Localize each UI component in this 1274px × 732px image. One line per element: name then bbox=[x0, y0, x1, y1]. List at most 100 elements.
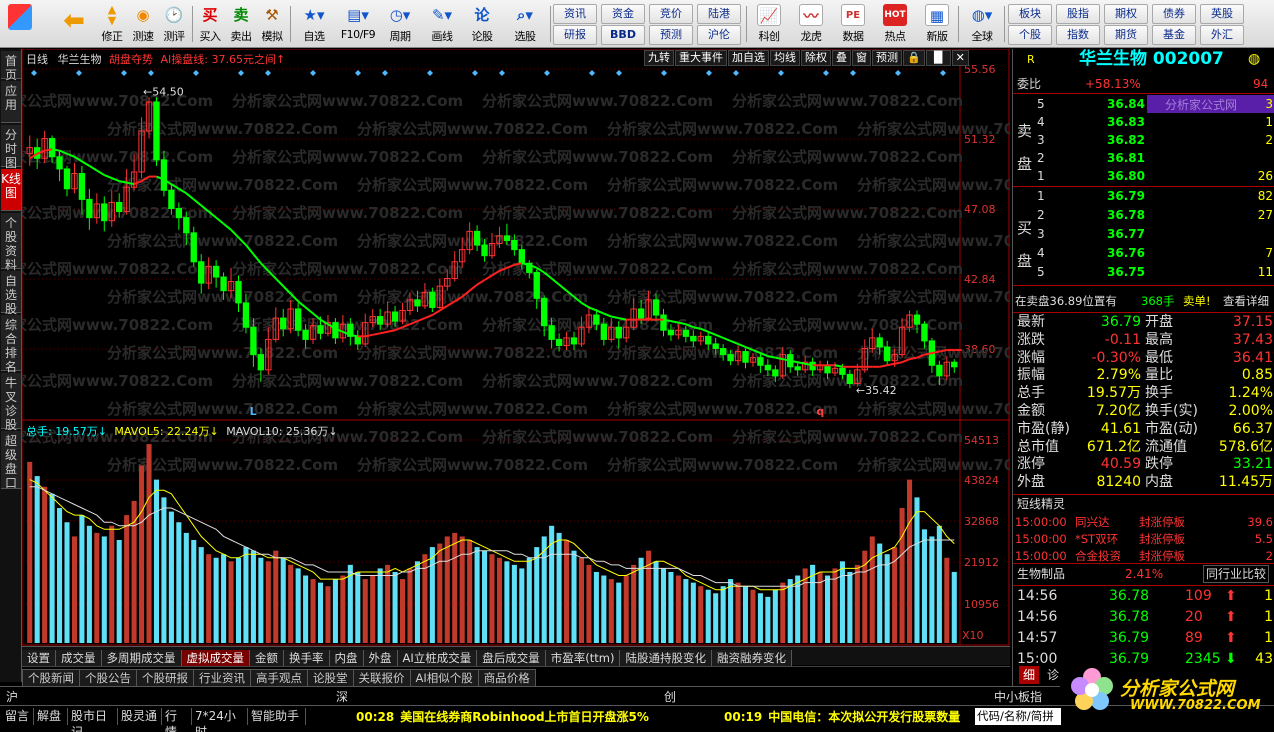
stat-value: 33.21 bbox=[1232, 456, 1273, 473]
forex-button[interactable]: 外汇 bbox=[1200, 25, 1244, 45]
review-button[interactable]: 🕑 测评 bbox=[158, 4, 190, 46]
left-tab-1[interactable]: 应用 bbox=[1, 81, 21, 123]
close-icon[interactable]: ✕ bbox=[951, 50, 969, 66]
volume-bar bbox=[191, 540, 197, 643]
info-tab-7[interactable]: AI相似个股 bbox=[409, 669, 479, 687]
discuss-button[interactable]: 论论股 bbox=[466, 4, 498, 46]
chart-btn-6[interactable]: 窗 bbox=[852, 50, 871, 66]
grid-menu-button[interactable] bbox=[4, 4, 36, 46]
chart-header: 日线 华兰生物 胡盘夺势 AI操盘线: 37.65元之间↑ bbox=[26, 51, 285, 67]
dragon-tiger-button[interactable]: 〰龙虎 bbox=[794, 4, 828, 46]
watermark-text: 分析家公式网www.70822.Com bbox=[857, 176, 1010, 194]
f10-button[interactable]: ▤▾ F10/F9 bbox=[336, 4, 380, 46]
chart-btn-7[interactable]: 预测 bbox=[872, 50, 902, 66]
status-tab-4[interactable]: 行情 bbox=[162, 708, 192, 732]
status-tab-5[interactable]: 7*24小时 bbox=[192, 708, 248, 732]
info-tab-6[interactable]: 关联报价 bbox=[352, 669, 411, 687]
uk-stocks-button[interactable]: 英股 bbox=[1200, 4, 1244, 24]
hk-connect-button[interactable]: 陆港 bbox=[697, 4, 741, 24]
options-button[interactable]: 期权 bbox=[1104, 4, 1148, 24]
left-tab-6[interactable]: 综合排名 bbox=[1, 315, 21, 374]
period-label[interactable]: 日线 bbox=[26, 53, 48, 66]
star-market-button[interactable]: 📈 科创 bbox=[752, 4, 786, 46]
event-stock[interactable]: 同兴达 bbox=[1075, 513, 1110, 531]
info-tab-4[interactable]: 高手观点 bbox=[250, 669, 308, 687]
code-search-input[interactable]: 代码/名称/简拼 bbox=[975, 708, 1061, 725]
chart-btn-2[interactable]: 加自选 bbox=[728, 50, 769, 66]
fund-market-button[interactable]: 基金 bbox=[1152, 25, 1196, 45]
candle-body bbox=[555, 338, 563, 346]
tick-count: 1 bbox=[1264, 609, 1273, 625]
news-button[interactable]: 资讯 bbox=[553, 4, 597, 24]
globe-icon[interactable]: ◍ bbox=[1248, 50, 1260, 68]
kline-chart-area[interactable]: 55.56 51.32 47.08 42.84 38.60 54513 43824 32868… bbox=[22, 49, 1010, 646]
chart-btn-4[interactable]: 除权 bbox=[801, 50, 831, 66]
stock-index-button[interactable]: 股指 bbox=[1056, 4, 1100, 24]
simulate-button[interactable]: ⚒ 模拟 bbox=[256, 4, 288, 46]
info-tab-8[interactable]: 商品价格 bbox=[477, 669, 536, 687]
left-tab-3[interactable]: K线图 bbox=[1, 169, 21, 211]
index-button[interactable]: 指数 bbox=[1056, 25, 1100, 45]
speed-test-button[interactable]: ◉ 测速 bbox=[127, 4, 159, 46]
new-version-button[interactable]: ▦ 新版 bbox=[920, 4, 954, 46]
chart-btn-0[interactable]: 九转 bbox=[644, 50, 674, 66]
hot-button[interactable]: HOT 热点 bbox=[878, 4, 912, 46]
event-stock[interactable]: *ST双环 bbox=[1075, 530, 1118, 548]
left-tab-2[interactable]: 分时图 bbox=[1, 125, 21, 170]
window-icon[interactable]: ▐▌ bbox=[925, 50, 951, 66]
chart-btn-1[interactable]: 重大事件 bbox=[675, 50, 727, 66]
auction-button[interactable]: 竞价 bbox=[649, 4, 693, 24]
bonds-button[interactable]: 债券 bbox=[1152, 4, 1196, 24]
info-tab-1[interactable]: 个股公告 bbox=[79, 669, 137, 687]
status-tab-3[interactable]: 股灵通 bbox=[118, 708, 162, 725]
left-tab-0[interactable]: 首页 bbox=[1, 51, 21, 82]
detail-tab[interactable]: 细 bbox=[1019, 666, 1040, 684]
info-tab-0[interactable]: 个股新闻 bbox=[22, 669, 80, 687]
fund-button[interactable]: 资金 bbox=[601, 4, 645, 24]
back-button[interactable]: ⬅ bbox=[58, 4, 90, 46]
indicator-label[interactable]: 胡盘夺势 bbox=[109, 53, 153, 66]
sh-index[interactable]: 沪 bbox=[6, 688, 18, 705]
news-ticker-1[interactable]: 00:28 美国在线券商Robinhood上市首日开盘涨5% bbox=[356, 708, 649, 725]
volume-bar bbox=[571, 550, 577, 643]
fix-button[interactable]: ▲ ▼ 修正 bbox=[96, 4, 128, 46]
stock-select-button[interactable]: ⌕▾ 选股 bbox=[504, 4, 546, 46]
status-tab-0[interactable]: 留言 bbox=[2, 708, 34, 725]
status-tab-6[interactable]: 智能助手 bbox=[248, 708, 306, 725]
single-stock-button[interactable]: 个股 bbox=[1008, 25, 1052, 45]
sz-index[interactable]: 深 bbox=[336, 688, 348, 705]
buy-button[interactable]: 买买入 bbox=[194, 4, 226, 46]
sector-button[interactable]: 板块 bbox=[1008, 4, 1052, 24]
status-tab-1[interactable]: 解盘 bbox=[34, 708, 68, 725]
info-tab-5[interactable]: 论股堂 bbox=[307, 669, 354, 687]
futures-button[interactable]: 期货 bbox=[1104, 25, 1148, 45]
left-tab-8[interactable]: 超级盘口 bbox=[1, 431, 21, 490]
news-ticker-2[interactable]: 00:19 中国电信：本次拟公开发行股票数量 bbox=[724, 708, 974, 725]
left-tab-5[interactable]: 自选股 bbox=[1, 271, 21, 316]
sell-button[interactable]: 卖卖出 bbox=[225, 4, 257, 46]
forecast-button[interactable]: 预测 bbox=[649, 25, 693, 45]
info-tab-2[interactable]: 个股研报 bbox=[136, 669, 194, 687]
global-button[interactable]: ◍▾ 全球 bbox=[962, 4, 1002, 46]
watermark-text: 分析家公式网www.70822.Com bbox=[482, 260, 713, 278]
cy-index[interactable]: 创 bbox=[664, 688, 676, 705]
info-tab-3[interactable]: 行业资讯 bbox=[193, 669, 251, 687]
period-button[interactable]: ◷▾ 周期 bbox=[380, 4, 420, 46]
kline-chart-svg[interactable]: 55.5651.3247.0842.8438.60545134382432868… bbox=[22, 49, 1010, 646]
industry-name[interactable]: 生物制品 bbox=[1017, 565, 1065, 583]
data-button[interactable]: PE 数据 bbox=[836, 4, 870, 46]
research-button[interactable]: 研报 bbox=[553, 25, 597, 45]
lock-icon[interactable]: 🔒 bbox=[903, 50, 925, 66]
notice-more[interactable]: 查看详细 bbox=[1223, 292, 1269, 310]
left-tab-4[interactable]: 个股资料 bbox=[1, 213, 21, 272]
bbd-button[interactable]: BBD bbox=[601, 25, 645, 45]
watchlist-button[interactable]: ★▾ 自选 bbox=[294, 4, 334, 46]
sh-london-button[interactable]: 沪伦 bbox=[697, 25, 741, 45]
draw-line-button[interactable]: ✎▾ 画线 bbox=[422, 4, 462, 46]
industry-compare-button[interactable]: 同行业比较 bbox=[1203, 565, 1270, 583]
left-tab-7[interactable]: 牛叉诊股 bbox=[1, 373, 21, 432]
sme-index[interactable]: 中小板指 bbox=[994, 688, 1042, 705]
chart-btn-3[interactable]: 均线 bbox=[770, 50, 800, 66]
status-tab-2[interactable]: 股市日记 bbox=[68, 708, 118, 732]
chart-btn-5[interactable]: 叠 bbox=[832, 50, 851, 66]
